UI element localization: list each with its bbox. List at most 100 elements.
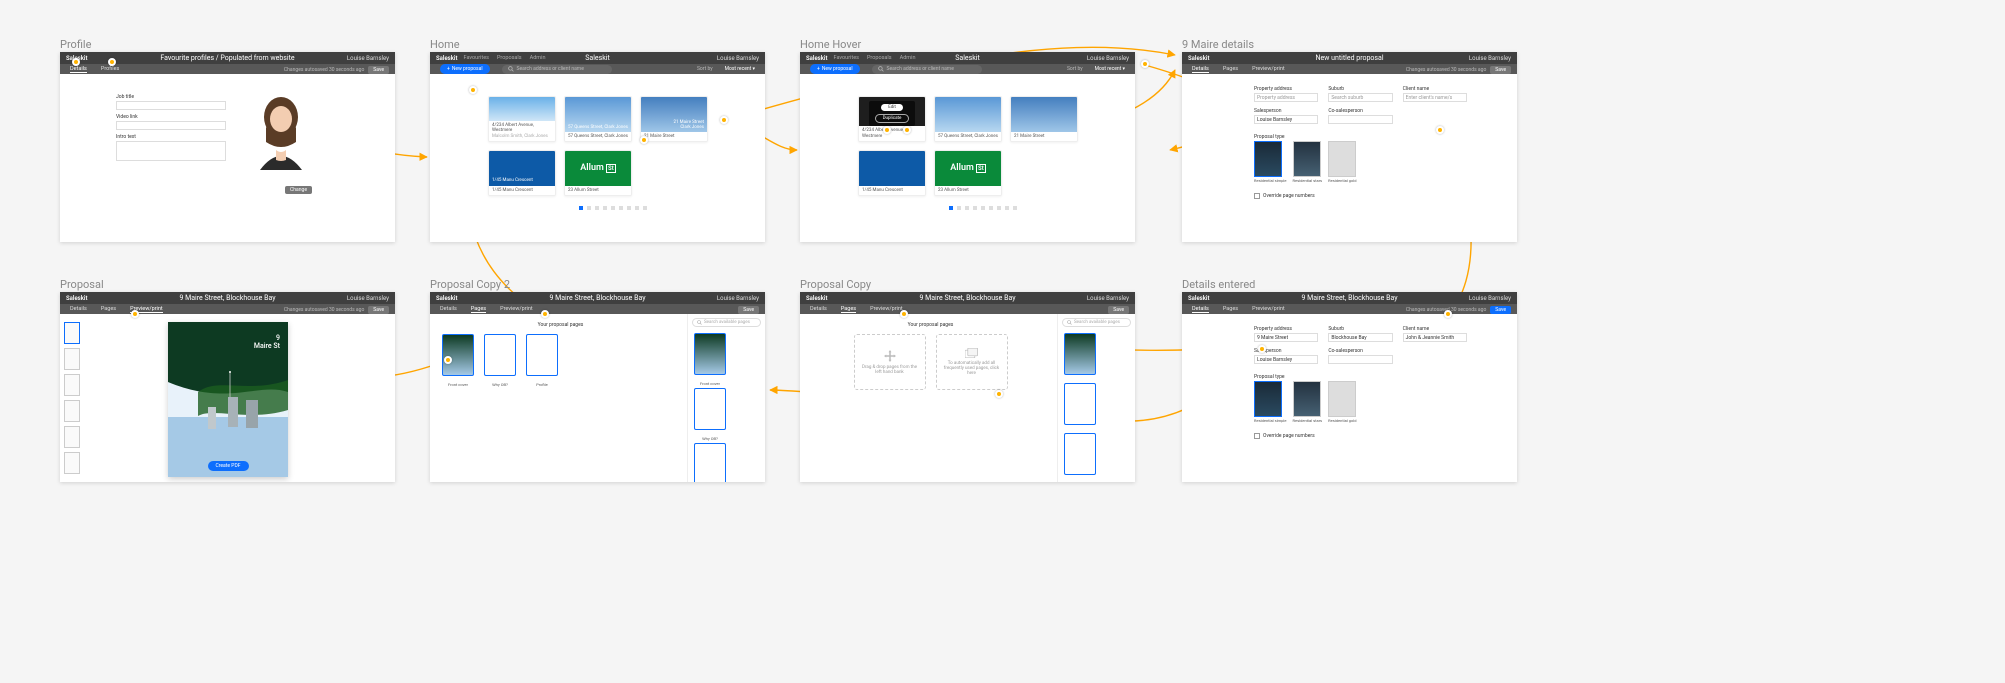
search-input[interactable]: Search address or client name xyxy=(502,65,612,74)
save-button[interactable]: Save xyxy=(368,66,389,74)
tab-profiles[interactable]: Profiles xyxy=(101,66,120,73)
proposal-card[interactable]: Allum St23 Allum Street xyxy=(934,150,1002,196)
pagination[interactable] xyxy=(488,206,737,210)
hotspot[interactable] xyxy=(903,126,911,134)
frame-label-propcopy: Proposal Copy xyxy=(800,278,871,291)
hotspot[interactable] xyxy=(883,126,891,134)
change-photo-button[interactable]: Change xyxy=(285,186,312,194)
type-option[interactable] xyxy=(1254,381,1282,417)
save-button[interactable]: Save xyxy=(1490,306,1511,314)
hotspot[interactable] xyxy=(131,310,139,318)
input-videolink[interactable] xyxy=(116,121,226,130)
tab-details[interactable]: Details xyxy=(70,66,87,73)
sort-value[interactable]: Most recent ▾ xyxy=(725,66,755,72)
hotspot[interactable] xyxy=(1258,345,1266,353)
type-option[interactable] xyxy=(1293,141,1321,177)
library-page[interactable] xyxy=(1064,433,1096,475)
tab-preview[interactable]: Preview/print xyxy=(1252,306,1285,313)
tab-pages[interactable]: Pages xyxy=(1223,66,1238,73)
tab-details[interactable]: Details xyxy=(440,306,457,313)
library-search[interactable]: Search available pages xyxy=(692,318,761,327)
save-button[interactable]: Save xyxy=(1490,66,1511,74)
card-duplicate-chip[interactable]: Duplicate xyxy=(875,114,910,123)
type-option[interactable] xyxy=(1293,381,1321,417)
tab-details[interactable]: Details xyxy=(1192,306,1209,313)
library-page[interactable] xyxy=(694,333,726,375)
input-client[interactable]: John & Jeannie Smith xyxy=(1403,333,1467,342)
new-proposal-button[interactable]: + New proposal xyxy=(810,64,860,74)
hotspot[interactable] xyxy=(72,58,80,66)
input-property[interactable]: 9 Maire Street xyxy=(1254,333,1318,342)
input-suburb[interactable]: Search suburb xyxy=(1328,93,1392,102)
save-button[interactable]: Save xyxy=(738,306,759,314)
library-page[interactable] xyxy=(1064,333,1096,375)
auto-add-zone[interactable]: To automatically add all frequently used… xyxy=(936,334,1008,390)
hotspot[interactable] xyxy=(469,86,477,94)
drop-zone[interactable]: Drag & drop pages from the left hand ban… xyxy=(854,334,926,390)
hotspot[interactable] xyxy=(541,310,549,318)
proposal-card[interactable]: 57 Queens Street, Clark Jones57 Queens S… xyxy=(564,96,632,142)
input-property[interactable]: Property address xyxy=(1254,93,1318,102)
new-proposal-button[interactable]: + New proposal xyxy=(440,64,490,74)
type-option[interactable] xyxy=(1328,141,1356,177)
hotspot[interactable] xyxy=(444,356,452,364)
library-page[interactable] xyxy=(694,388,726,430)
input-cosales[interactable] xyxy=(1328,115,1392,124)
tab-pages[interactable]: Pages xyxy=(841,306,856,313)
tab-details[interactable]: Details xyxy=(1192,66,1209,73)
search-input[interactable]: Search address or client name xyxy=(872,65,982,74)
my-page[interactable] xyxy=(526,334,558,376)
hotspot[interactable] xyxy=(1444,310,1452,318)
input-introtext[interactable] xyxy=(116,141,226,161)
input-jobtitle[interactable] xyxy=(116,101,226,110)
proposal-card[interactable]: 21 Maire Street xyxy=(1010,96,1078,142)
type-option[interactable] xyxy=(1328,381,1356,417)
tab-pages[interactable]: Pages xyxy=(471,306,486,313)
input-salesperson[interactable]: Louise Barnsley xyxy=(1254,355,1318,364)
tab-preview[interactable]: Preview/print xyxy=(1252,66,1285,73)
save-button[interactable]: Save xyxy=(368,306,389,314)
page-title: 9 Maire Street, Blockhouse Bay xyxy=(1182,294,1517,302)
create-pdf-button[interactable]: Create PDF xyxy=(208,461,249,471)
override-checkbox[interactable]: Override page numbers xyxy=(1254,193,1467,199)
sort-value[interactable]: Most recent ▾ xyxy=(1095,66,1125,72)
proposal-card[interactable]: 1/45 Manu Crescent1/45 Manu Crescent xyxy=(488,150,556,196)
input-suburb[interactable]: Blockhouse Bay xyxy=(1328,333,1392,342)
tab-preview[interactable]: Preview/print xyxy=(500,306,533,313)
hotspot[interactable] xyxy=(900,310,908,318)
proposal-card-hovered[interactable]: Edit Duplicate 4/234 Albert Avenue, West… xyxy=(858,96,926,142)
library-page[interactable] xyxy=(1064,383,1096,425)
tab-pages[interactable]: Pages xyxy=(101,306,116,313)
type-option[interactable] xyxy=(1254,141,1282,177)
library-page[interactable] xyxy=(694,443,726,482)
proposal-card[interactable]: Allum St23 Allum Street xyxy=(564,150,632,196)
sort-label: Sort by xyxy=(1067,66,1083,72)
save-button[interactable]: Save xyxy=(1108,306,1129,314)
hotspot[interactable] xyxy=(1141,60,1149,68)
hotspot[interactable] xyxy=(1436,126,1444,134)
tab-details[interactable]: Details xyxy=(810,306,827,313)
my-page[interactable] xyxy=(484,334,516,376)
pagination[interactable] xyxy=(858,206,1107,210)
page-thumbnails[interactable] xyxy=(64,322,80,474)
proposal-card[interactable]: 21 Maire StreetClark Jones21 Maire Stree… xyxy=(640,96,708,142)
proposal-card[interactable]: 57 Queens Street, Clark Jones xyxy=(934,96,1002,142)
profile-photo: Change xyxy=(250,92,312,195)
my-page[interactable] xyxy=(442,334,474,376)
hotspot[interactable] xyxy=(995,390,1003,398)
override-checkbox[interactable]: Override page numbers xyxy=(1254,433,1467,439)
input-cosales[interactable] xyxy=(1328,355,1392,364)
proposal-card[interactable]: 4/234 Albert Avenue, WestmereMalcolm Smi… xyxy=(488,96,556,142)
hotspot[interactable] xyxy=(108,58,116,66)
section-title: Your proposal pages xyxy=(808,322,1053,328)
library-search[interactable]: Search available pages xyxy=(1062,318,1131,327)
input-client[interactable]: Enter client's name/s xyxy=(1403,93,1467,102)
proposal-card[interactable]: 1/45 Manu Crescent xyxy=(858,150,926,196)
input-salesperson[interactable]: Louise Barnsley xyxy=(1254,115,1318,124)
hotspot[interactable] xyxy=(720,116,728,124)
tab-preview[interactable]: Preview/print xyxy=(870,306,903,313)
tab-pages[interactable]: Pages xyxy=(1223,306,1238,313)
card-edit-chip[interactable]: Edit xyxy=(881,104,903,111)
tab-details[interactable]: Details xyxy=(70,306,87,313)
hotspot[interactable] xyxy=(640,136,648,144)
